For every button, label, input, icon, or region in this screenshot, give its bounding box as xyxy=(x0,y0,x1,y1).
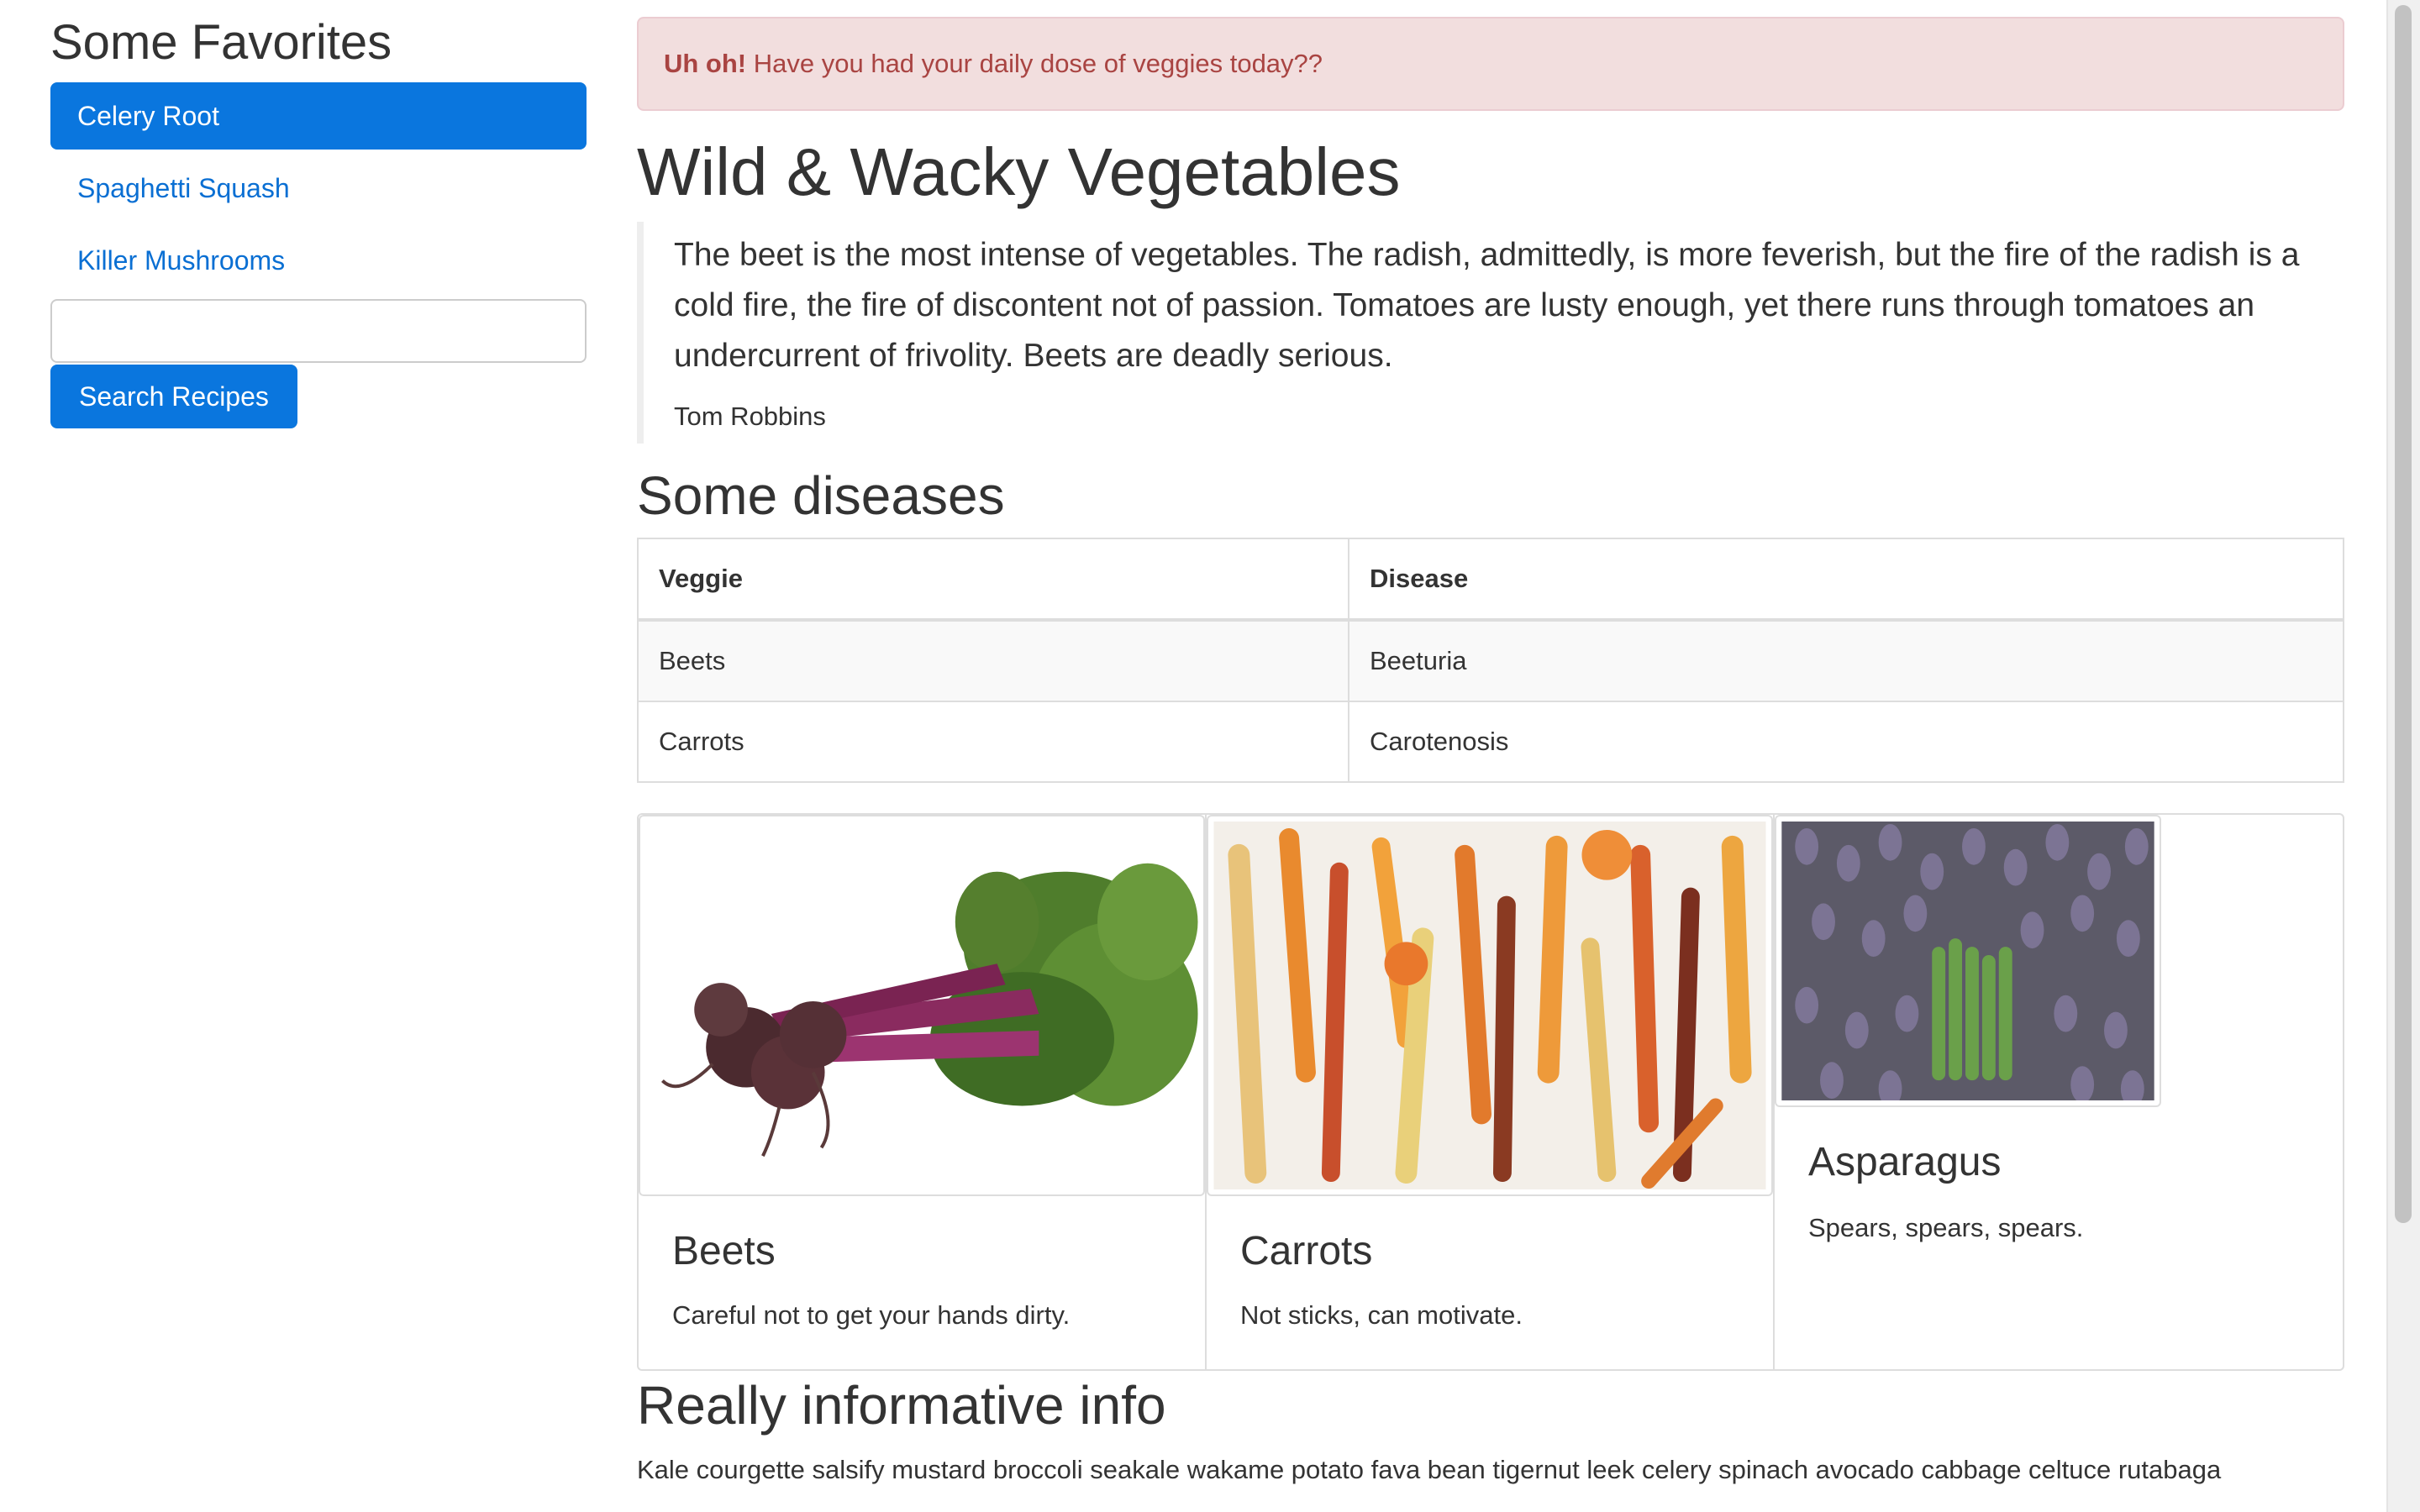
card-text-beets: Careful not to get your hands dirty. xyxy=(672,1300,1071,1330)
quote-text: The beet is the most intense of vegetabl… xyxy=(674,237,2300,374)
table-row: Beets Beeturia xyxy=(637,619,2344,702)
table-cell: Carrots xyxy=(637,701,1349,783)
card-carrots: Carrots Not sticks, can motivate. xyxy=(1205,815,1775,1369)
card-text-carrots: Not sticks, can motivate. xyxy=(1240,1300,1523,1330)
card-asparagus: Asparagus Spears, spears, spears. xyxy=(1773,815,2346,1369)
vertical-scrollbar[interactable] xyxy=(2386,0,2420,1512)
card-title-beets: Beets xyxy=(672,1229,776,1273)
diseases-heading: Some diseases xyxy=(637,465,1005,526)
info-heading: Really informative info xyxy=(637,1375,1166,1436)
card-beets: Beets Careful not to get your hands dirt… xyxy=(639,815,1205,1369)
sidebar-title: Some Favorites xyxy=(50,15,392,70)
quote-block: The beet is the most intense of vegetabl… xyxy=(637,222,2344,444)
alert-strong: Uh oh! xyxy=(664,49,747,78)
nav-item-celery-root[interactable]: Celery Root xyxy=(50,82,587,150)
info-text: Kale courgette salsify mustard broccoli … xyxy=(637,1455,2222,1484)
search-recipes-button[interactable]: Search Recipes xyxy=(50,365,297,428)
card-title-asparagus: Asparagus xyxy=(1808,1140,2002,1184)
search-input[interactable] xyxy=(50,299,587,363)
asparagus-image xyxy=(1781,822,2154,1100)
table-header-veggie: Veggie xyxy=(637,538,1349,622)
carrots-photo[interactable] xyxy=(1207,815,1773,1196)
nav-item-killer-mushrooms[interactable]: Killer Mushrooms xyxy=(50,227,587,294)
favorites-nav: Celery Root Spaghetti Squash Killer Mush… xyxy=(50,82,587,294)
main-content: Uh oh! Have you had your daily dose of v… xyxy=(637,17,2344,1487)
table-cell: Carotenosis xyxy=(1348,701,2344,783)
table-header-row: Veggie Disease xyxy=(637,538,2344,622)
vegetable-cards: Beets Careful not to get your hands dirt… xyxy=(637,813,2344,1371)
diseases-table: Veggie Disease Beets Beeturia Carrots Ca… xyxy=(637,538,2344,783)
sidebar: Some Favorites Celery Root Spaghetti Squ… xyxy=(50,0,587,428)
nav-item-spaghetti-squash[interactable]: Spaghetti Squash xyxy=(50,155,587,222)
quote-author: Tom Robbins xyxy=(674,402,826,431)
table-cell: Beeturia xyxy=(1348,619,2344,702)
alert-text: Have you had your daily dose of veggies … xyxy=(746,49,1323,78)
table-row: Carrots Carotenosis xyxy=(637,701,2344,783)
table-cell: Beets xyxy=(637,619,1349,702)
table-header-disease: Disease xyxy=(1348,538,2344,622)
asparagus-photo[interactable] xyxy=(1775,815,2161,1107)
scrollbar-thumb[interactable] xyxy=(2395,5,2412,1223)
card-title-carrots: Carrots xyxy=(1240,1229,1373,1273)
beets-image xyxy=(645,822,1198,1189)
beets-photo[interactable] xyxy=(639,815,1205,1196)
page: Some Favorites Celery Root Spaghetti Squ… xyxy=(0,0,2420,1512)
alert-banner: Uh oh! Have you had your daily dose of v… xyxy=(637,17,2344,111)
carrots-image xyxy=(1213,822,1766,1189)
card-text-asparagus: Spears, spears, spears. xyxy=(1808,1213,2084,1242)
page-title: Wild & Wacky Vegetables xyxy=(637,134,1401,209)
